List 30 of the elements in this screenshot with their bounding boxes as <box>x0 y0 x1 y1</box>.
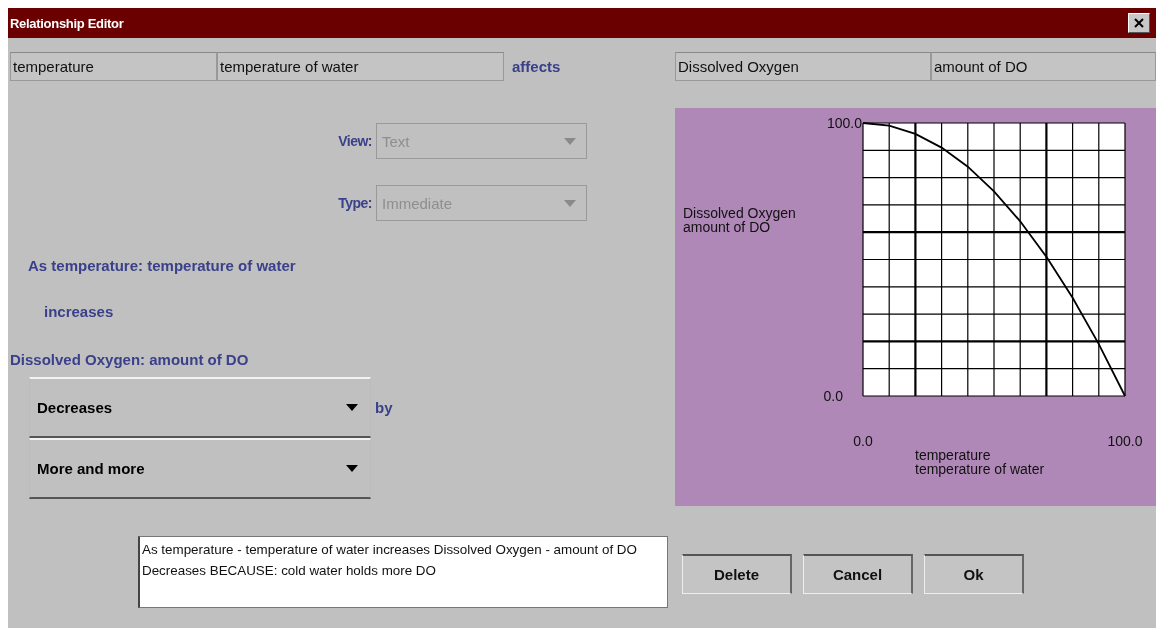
axis-tick-label: 100.0 <box>1107 433 1143 449</box>
field-label: Type: <box>337 195 373 211</box>
by-label: by <box>375 399 393 416</box>
summary-text-area[interactable]: As temperature - temperature of water increases Dissolved Oxygen - amount of DO Decreases BECAUSE: cold water holds more DO <box>138 536 668 608</box>
axis-label: Dissolved Oxygen amount of DO <box>683 205 796 235</box>
statement-text: increases <box>44 303 115 322</box>
dialog-button[interactable]: Cancel <box>803 554 913 594</box>
caret-icon <box>346 404 358 411</box>
caret-icon <box>564 199 576 207</box>
axis-label: temperature temperature of water <box>915 447 1045 477</box>
window-title: Relationship Editor <box>10 15 124 31</box>
axis-tick-label: 100.0 <box>826 115 862 131</box>
axis-tick-label: 0.0 <box>823 388 843 404</box>
caret-icon <box>564 137 576 145</box>
dialog-button[interactable]: Delete <box>682 554 792 594</box>
dropdown[interactable]: More and more <box>29 438 371 499</box>
axis-tick-label: 0.0 <box>853 433 873 449</box>
name-field[interactable]: Dissolved Oxygen <box>675 52 931 81</box>
name-field[interactable]: temperature <box>10 52 217 81</box>
caret-icon <box>346 465 358 472</box>
close-icon <box>1134 18 1144 28</box>
dropdown[interactable]: Decreases <box>29 377 371 438</box>
relation-label: affects <box>512 58 561 75</box>
description-field[interactable]: amount of DO <box>931 52 1156 81</box>
field-label: View: <box>337 133 373 149</box>
statement-text: As temperature: temperature of water <box>28 257 297 276</box>
statement-text: Dissolved Oxygen: amount of DO <box>10 351 250 370</box>
description-field[interactable]: temperature of water <box>217 52 504 81</box>
dialog-button[interactable]: Ok <box>924 554 1024 594</box>
close-button[interactable] <box>1128 13 1150 33</box>
